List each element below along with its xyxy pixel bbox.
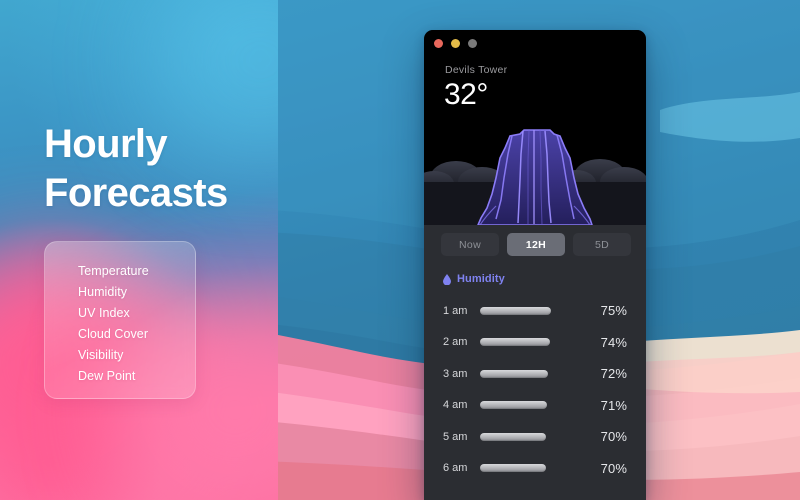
hour-label: 3 am	[443, 367, 468, 380]
hour-bar-fill	[480, 432, 546, 441]
hour-bar-fill	[480, 464, 546, 473]
devils-tower-illustration	[424, 129, 646, 225]
hour-label: 5 am	[443, 430, 468, 443]
list-item[interactable]: 2 am 74%	[424, 327, 646, 359]
range-option-now[interactable]: Now	[441, 233, 499, 256]
traffic-lights	[434, 39, 477, 48]
hour-value: 74%	[600, 334, 627, 350]
range-option-12h[interactable]: 12H	[507, 233, 565, 256]
range-option-5d[interactable]: 5D	[573, 233, 631, 256]
feature-item: Humidity	[78, 285, 128, 299]
hour-value: 70%	[600, 460, 627, 476]
hour-bar-fill	[480, 369, 548, 378]
metric-label: Humidity	[457, 273, 505, 285]
hour-value: 72%	[600, 366, 627, 382]
range-segmented-control[interactable]: Now 12H 5D	[441, 233, 631, 256]
water-drop-icon	[443, 273, 451, 285]
hour-bar-track	[480, 369, 578, 378]
location-label: Devils Tower	[445, 64, 508, 76]
hourly-list: 1 am 75% 2 am 74% 3 am 72% 4 am 71% 5 am…	[424, 295, 646, 484]
window-content: Now 12H 5D Humidity 1 am 75% 2 am 74% 3 …	[424, 225, 646, 500]
weather-app-window: Devils Tower 32° Now 12H 5D Humidity 1 a…	[424, 30, 646, 500]
page-title: Hourly Forecasts	[44, 120, 274, 218]
hour-value: 75%	[600, 303, 627, 319]
hour-bar-fill	[480, 401, 547, 410]
page-title-line-1: Hourly	[44, 122, 168, 166]
hour-label: 2 am	[443, 336, 468, 349]
feature-item: Temperature	[78, 264, 149, 278]
hour-bar-fill	[480, 338, 550, 347]
hour-label: 6 am	[443, 462, 468, 475]
hour-bar-track	[480, 306, 578, 315]
list-item[interactable]: 5 am 70%	[424, 421, 646, 453]
hour-value: 71%	[600, 397, 627, 413]
page-title-line-2: Forecasts	[44, 171, 228, 215]
hour-bar-track	[480, 401, 578, 410]
close-button-icon[interactable]	[434, 39, 443, 48]
feature-item: Dew Point	[78, 369, 136, 383]
screenshot-root: Hourly Forecasts Temperature Humidity UV…	[0, 0, 800, 500]
hour-bar-track	[480, 464, 578, 473]
list-item[interactable]: 4 am 71%	[424, 390, 646, 422]
window-hero: Devils Tower 32°	[424, 30, 646, 225]
hour-bar-track	[480, 432, 578, 441]
hour-bar-fill	[480, 306, 551, 315]
feature-item: Visibility	[78, 348, 124, 362]
left-hero-panel: Hourly Forecasts Temperature Humidity UV…	[0, 0, 278, 500]
list-item[interactable]: 6 am 70%	[424, 453, 646, 485]
hour-bar-track	[480, 338, 578, 347]
list-item[interactable]: 1 am 75%	[424, 295, 646, 327]
hour-label: 1 am	[443, 304, 468, 317]
metric-header[interactable]: Humidity	[443, 273, 505, 285]
list-item[interactable]: 3 am 72%	[424, 358, 646, 390]
features-card: Temperature Humidity UV Index Cloud Cove…	[44, 241, 196, 399]
minimize-button-icon[interactable]	[451, 39, 460, 48]
zoom-button-icon[interactable]	[468, 39, 477, 48]
hour-value: 70%	[600, 429, 627, 445]
hour-label: 4 am	[443, 399, 468, 412]
temperature-value: 32°	[444, 78, 488, 111]
feature-item: Cloud Cover	[78, 327, 149, 341]
feature-item: UV Index	[78, 306, 130, 320]
